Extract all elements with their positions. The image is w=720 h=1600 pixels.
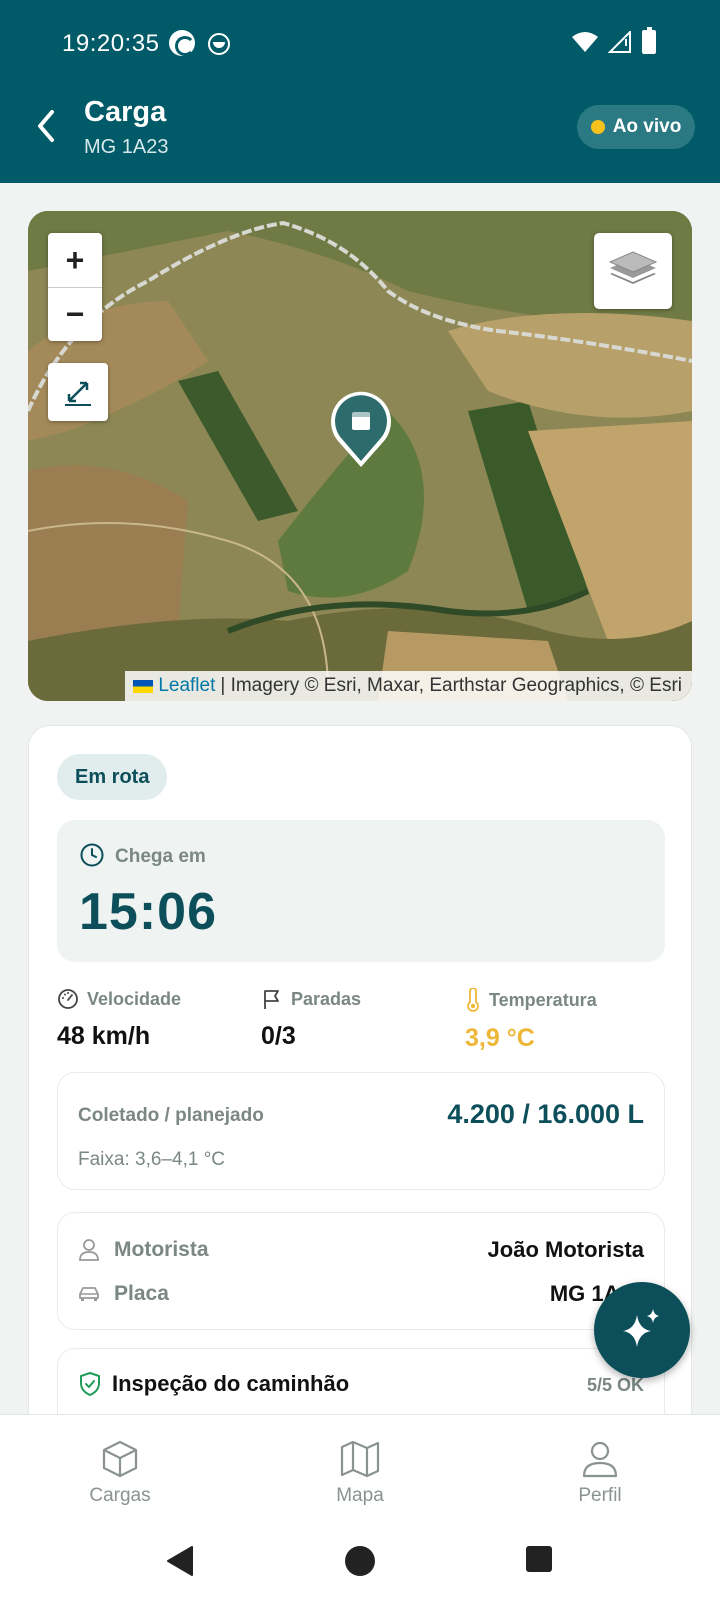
- page-subtitle: MG 1A23: [84, 136, 169, 158]
- clock-icon: [80, 843, 104, 867]
- status-icons: [572, 27, 656, 54]
- stops-label: Paradas: [291, 988, 362, 1009]
- nav-perfil-label: Perfil: [578, 1485, 622, 1506]
- ai-assistant-button[interactable]: [594, 1282, 690, 1378]
- metric-stops: Paradas 0/3: [261, 988, 361, 1051]
- system-navigation: [0, 1522, 720, 1600]
- wifi-icon: [572, 32, 598, 52]
- status-badge: Em rota: [57, 754, 168, 800]
- status-time: 19:20:35: [62, 30, 160, 57]
- speed-value: 48 km/h: [57, 1022, 151, 1050]
- shield-check-icon: [80, 1372, 100, 1396]
- speed-label: Velocidade: [87, 988, 182, 1009]
- eta-label: Chega em: [115, 846, 206, 867]
- bottom-navigation: Cargas Mapa Perfil: [0, 1414, 720, 1522]
- notification-app-icon: [208, 33, 230, 55]
- live-label: Ao vivo: [612, 116, 682, 137]
- fit-bounds-button[interactable]: [48, 363, 108, 421]
- map-icon: [340, 1440, 380, 1478]
- temperature-value: 3,9 °C: [465, 1024, 535, 1052]
- load-details-card: Em rota Chega em 15:06 Velocidade 48 km/…: [28, 725, 692, 1468]
- leaflet-link[interactable]: Leaflet: [158, 675, 215, 697]
- map-view[interactable]: + − Leaflet | Imagery © Esri, Maxar, Ear…: [28, 211, 692, 701]
- box-icon: [102, 1440, 138, 1478]
- nav-perfil[interactable]: Perfil: [540, 1439, 660, 1507]
- system-back-icon[interactable]: [164, 1544, 196, 1578]
- layers-icon: [608, 251, 658, 284]
- eta-box: Chega em 15:06: [57, 820, 665, 962]
- temperature-range: Faixa: 3,6–4,1 °C: [78, 1149, 226, 1170]
- metric-temperature: Temperatura 3,9 °C: [465, 988, 597, 1053]
- map-attribution: Leaflet | Imagery © Esri, Maxar, Earthst…: [125, 671, 692, 701]
- plate-row: Placa MG 1A23: [78, 1279, 644, 1309]
- app-header: 19:20:35 Carga MG 1A23 Ao vivo: [0, 0, 720, 183]
- metric-speed: Velocidade 48 km/h: [57, 988, 181, 1051]
- collected-label: Coletado / planejado: [78, 1105, 264, 1126]
- nav-cargas-label: Cargas: [89, 1485, 151, 1506]
- zoom-out-button[interactable]: −: [48, 287, 102, 341]
- driver-value: João Motorista: [487, 1237, 644, 1262]
- thermometer-icon: [467, 988, 479, 1012]
- nav-cargas[interactable]: Cargas: [60, 1439, 180, 1507]
- temperature-label: Temperatura: [489, 989, 597, 1010]
- layers-button[interactable]: [594, 233, 672, 309]
- sparkles-icon: [623, 1309, 659, 1347]
- sync-icon: [169, 30, 195, 56]
- live-badge: Ao vivo: [577, 105, 695, 149]
- back-button[interactable]: [30, 106, 62, 146]
- driver-label: Motorista: [114, 1238, 209, 1261]
- nav-mapa-label: Mapa: [336, 1485, 384, 1506]
- speedometer-icon: [58, 989, 78, 1009]
- page-title: Carga: [84, 96, 167, 128]
- battery-icon: [642, 27, 656, 54]
- inspection-title: Inspeção do caminhão: [112, 1371, 350, 1396]
- system-recents-icon[interactable]: [524, 1544, 554, 1574]
- car-icon: [79, 1287, 99, 1301]
- zoom-control: + −: [48, 233, 102, 341]
- user-icon: [79, 1239, 99, 1261]
- truck-location-marker[interactable]: [328, 389, 394, 469]
- stops-value: 0/3: [261, 1022, 296, 1050]
- live-dot-icon: [590, 120, 605, 134]
- flag-icon: [264, 990, 279, 1009]
- collected-value: 4.200 / 16.000 L: [447, 1099, 644, 1129]
- driver-box: Motorista João Motorista Placa MG 1A23: [57, 1212, 665, 1330]
- attribution-text: | Imagery © Esri, Maxar, Earthstar Geogr…: [220, 675, 682, 696]
- eta-value: 15:06: [79, 883, 217, 941]
- inspection-count: 5/5 OK: [586, 1375, 644, 1395]
- fit-arrows-icon: [65, 381, 91, 406]
- ukraine-flag-icon: [133, 679, 154, 693]
- driver-row: Motorista João Motorista: [78, 1235, 644, 1265]
- nav-mapa[interactable]: Mapa: [300, 1439, 420, 1507]
- plate-label: Placa: [114, 1282, 169, 1305]
- collected-box: Coletado / planejado 4.200 / 16.000 L Fa…: [57, 1072, 665, 1190]
- zoom-in-button[interactable]: +: [48, 233, 102, 287]
- signal-icon: [608, 31, 631, 53]
- system-home-icon[interactable]: [343, 1544, 377, 1578]
- profile-icon: [582, 1441, 618, 1478]
